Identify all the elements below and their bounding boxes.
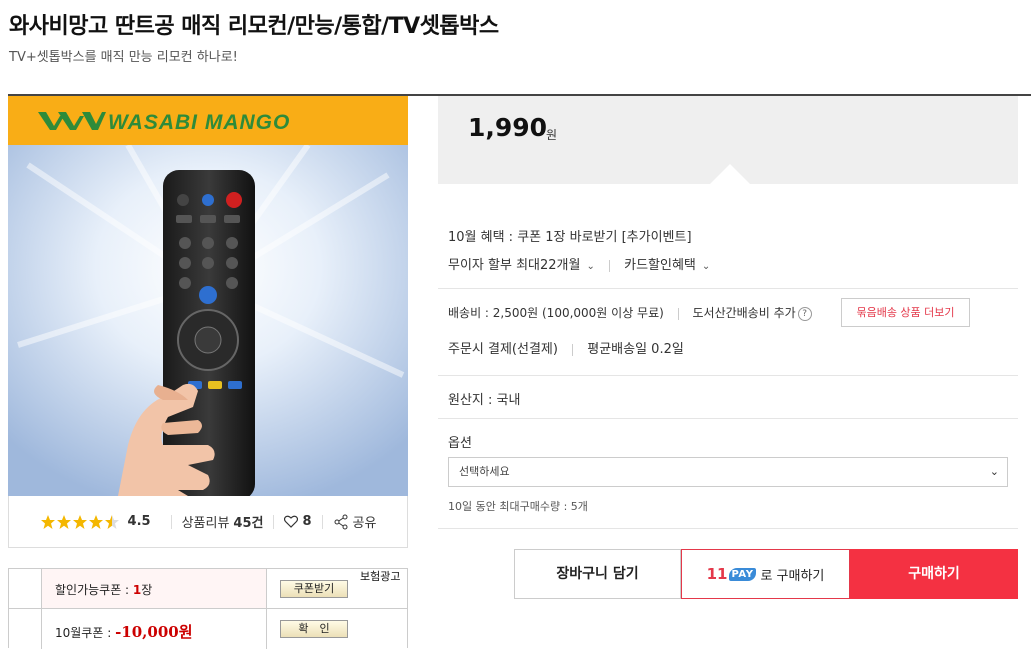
half-star-icon [104,514,119,529]
installment-label: 무이자 할부 최대22개월 [448,258,581,273]
payment-method: 주문시 결제(선결제) [448,342,558,357]
help-icon[interactable]: ? [797,306,812,321]
origin: 원산지 : 국내 [448,393,521,408]
coupon-row: 10월쿠폰 : -10,000원 확 인 [9,609,407,649]
pay-word: PAY [728,567,757,581]
coupon-available-prefix: 할인가능쿠폰 : [55,583,133,597]
price-value: 1,990 [468,113,548,142]
review-count: 45건 [233,516,264,531]
star-rating [40,514,120,530]
pay-11-text: 11 [706,565,728,583]
action-buttons: 장바구니 담기 11 PAY 로 구매하기 구매하기 [514,549,1018,599]
chevron-down-icon: ⌄ [701,261,711,272]
chevron-down-icon: ⌄ [586,261,595,272]
table-cell: 확 인 [266,609,407,649]
product-subtitle: TV+셋톱박스를 매직 만능 리모컨 하나로! [9,50,238,65]
option-select[interactable]: 선택하세요 ⌄ [448,457,1008,487]
review-label: 상품리뷰 [181,516,230,531]
october-coupon-text: 10월쿠폰 : -10,000원 [55,621,193,642]
table-cell [9,609,42,649]
wish-count: 8 [302,514,312,529]
card-discount-label: 카드할인혜택 [624,258,696,273]
price-unit: 원 [546,128,558,142]
installment-dropdown[interactable]: 무이자 할부 최대22개월 ⌄ [448,258,595,273]
coupon-table: 할인가능쿠폰 : 1장 쿠폰받기 10월쿠폰 : -10,000원 확 인 [8,568,408,649]
rating-score: 4.5 [127,514,151,529]
pay-11-button[interactable]: 11 PAY 로 구매하기 [681,549,850,599]
divider [438,375,1018,376]
rating-bar: 4.5 상품리뷰 45건 8 공유 [8,496,408,548]
share-icon [334,514,348,529]
coupon-row: 할인가능쿠폰 : 1장 쿠폰받기 [9,569,407,609]
review-link[interactable]: 상품리뷰 45건 [182,512,264,531]
remote-control-photo [8,145,408,496]
product-image[interactable]: WASABI MANGO [8,96,408,496]
star-icon [88,514,103,529]
price-notch [710,164,750,184]
divider [608,259,610,272]
share-button[interactable]: 공유 [333,512,377,531]
shipping-fee: 배송비 : 2,500원 (100,000원 이상 무료) [448,306,664,320]
ad-label[interactable]: 보험광고 [360,568,400,584]
star-icon [56,514,71,529]
divider [273,514,275,529]
divider [677,307,679,320]
option-select-value: 선택하세요 [459,465,510,478]
island-shipping-fee: 도서산간배송비 추가 [692,306,796,320]
chevron-down-icon: ⌄ [989,465,999,478]
coupon-benefit[interactable]: 10월 혜택 : 쿠폰 1장 바로받기 [추가이벤트] [448,226,692,245]
divider [438,288,1018,289]
max-purchase: 10일 동안 최대구매수량 : 5개 [448,500,588,513]
benefit-row: 무이자 할부 최대22개월 ⌄ 카드할인혜택 ⌄ [448,254,710,273]
table-cell [9,569,42,608]
star-icon [40,514,55,529]
coupon-available-text: 할인가능쿠폰 : 1장 [55,581,152,598]
star-icon [72,514,87,529]
brand-banner: WASABI MANGO [8,96,408,145]
product-title: 와사비망고 딴트공 매직 리모컨/만능/통합/TV셋톱박스 [9,14,499,39]
coupon-count-unit: 장 [141,583,153,597]
october-coupon-prefix: 10월쿠폰 : [55,626,116,640]
wishlist-button[interactable]: 8 [284,514,312,529]
buy-now-button[interactable]: 구매하기 [850,549,1018,599]
option-label: 옵션 [448,436,472,451]
price-box: 1,990 원 [438,96,1018,184]
11pay-logo: 11 PAY [707,565,757,583]
avg-delivery: 평균배송일 0.2일 [587,342,684,357]
card-discount-dropdown[interactable]: 카드할인혜택 ⌄ [624,258,710,273]
confirm-coupon-button[interactable]: 확 인 [280,620,348,638]
shipping-row: 배송비 : 2,500원 (100,000원 이상 무료) 도서산간배송비 추가… [448,304,812,321]
divider [572,343,574,356]
october-coupon-amount: -10,000원 [115,623,193,641]
divider [438,418,1018,419]
share-label: 공유 [352,516,377,531]
heart-icon [284,515,299,528]
divider [321,514,323,529]
pay-suffix: 로 구매하기 [760,568,825,584]
brand-name: WASABI MANGO [108,111,290,134]
get-coupon-button[interactable]: 쿠폰받기 [280,580,348,598]
brand-logo: WASABI MANGO [38,111,290,134]
divider [170,514,172,529]
payment-row: 주문시 결제(선결제) 평균배송일 0.2일 [448,338,684,357]
bundle-shipping-button[interactable]: 묶음배송 상품 더보기 [841,298,970,327]
divider [438,528,1018,529]
add-to-cart-button[interactable]: 장바구니 담기 [514,549,681,599]
